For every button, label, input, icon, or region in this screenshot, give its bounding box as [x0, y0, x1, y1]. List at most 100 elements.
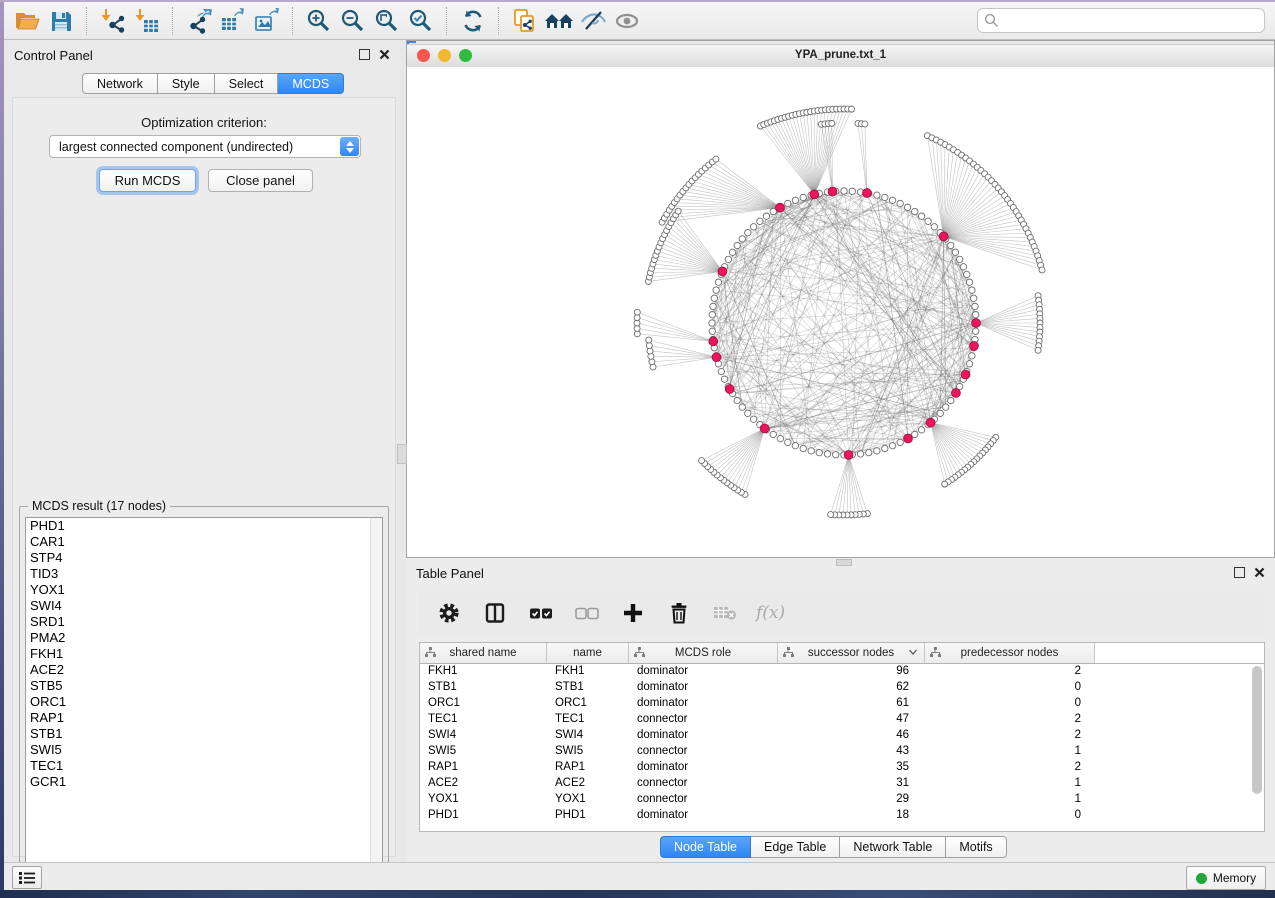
close-panel-icon[interactable]: [379, 49, 390, 60]
graph-node[interactable]: [866, 449, 872, 455]
table-row[interactable]: FKH1FKH1dominator962: [420, 664, 1264, 680]
save-session-icon[interactable]: [44, 5, 78, 37]
graph-mcds-node[interactable]: [863, 189, 872, 198]
graph-node[interactable]: [889, 197, 895, 203]
horizontal-splitter-handle[interactable]: [836, 559, 852, 566]
graph-node[interactable]: [948, 242, 954, 248]
graph-leaf-node[interactable]: [848, 106, 854, 112]
graph-node[interactable]: [824, 451, 830, 457]
delete-table-icon[interactable]: [710, 598, 740, 628]
table-row[interactable]: YOX1YOX1connector291: [420, 792, 1264, 808]
mcds-result-item[interactable]: PHD1: [26, 518, 382, 534]
tab-node-table[interactable]: Node Table: [660, 836, 751, 858]
table-row[interactable]: SWI4SWI4dominator462: [420, 728, 1264, 744]
mcds-result-item[interactable]: SWI5: [26, 742, 382, 758]
graph-node[interactable]: [841, 188, 847, 194]
graph-mcds-node[interactable]: [926, 418, 935, 427]
graph-node[interactable]: [734, 242, 740, 248]
graph-mcds-node[interactable]: [776, 203, 785, 212]
graph-node[interactable]: [857, 451, 863, 457]
column-header-mcds-role[interactable]: MCDS role: [629, 643, 778, 663]
deselect-all-icon[interactable]: [572, 598, 602, 628]
graph-leaf-node[interactable]: [713, 156, 719, 162]
graph-node[interactable]: [897, 439, 903, 445]
mcds-result-item[interactable]: SWI4: [26, 598, 382, 614]
graph-mcds-node[interactable]: [939, 232, 948, 241]
export-image-icon[interactable]: [250, 5, 284, 37]
mcds-result-item[interactable]: TID3: [26, 566, 382, 582]
graph-mcds-node[interactable]: [810, 190, 819, 199]
graph-node[interactable]: [849, 188, 855, 194]
graph-mcds-node[interactable]: [844, 451, 853, 460]
graph-node[interactable]: [770, 431, 776, 437]
graph-mcds-node[interactable]: [961, 370, 970, 379]
graph-node[interactable]: [882, 194, 888, 200]
export-table-icon[interactable]: [216, 5, 250, 37]
graph-node[interactable]: [973, 328, 979, 334]
column-header-name[interactable]: name: [547, 643, 629, 663]
import-network-icon[interactable]: [96, 5, 130, 37]
gear-icon[interactable]: [434, 598, 464, 628]
column-header-predecessor-nodes[interactable]: predecessor nodes: [925, 643, 1095, 663]
graph-node[interactable]: [966, 361, 972, 367]
task-history-button[interactable]: [12, 866, 42, 889]
mcds-result-item[interactable]: ACE2: [26, 662, 382, 678]
graph-node[interactable]: [745, 229, 751, 235]
graph-node[interactable]: [792, 443, 798, 449]
table-row[interactable]: ACE2ACE2connector311: [420, 776, 1264, 792]
graph-node[interactable]: [721, 376, 727, 382]
graph-mcds-node[interactable]: [760, 424, 769, 433]
mcds-result-item[interactable]: RAP1: [26, 710, 382, 726]
graph-node[interactable]: [800, 194, 806, 200]
graph-node[interactable]: [816, 449, 822, 455]
graph-node[interactable]: [931, 224, 937, 230]
graph-node[interactable]: [785, 200, 791, 206]
tab-network-table[interactable]: Network Table: [840, 836, 946, 858]
graph-node[interactable]: [757, 218, 763, 224]
graph-node[interactable]: [960, 264, 966, 270]
graph-mcds-node[interactable]: [718, 267, 727, 276]
tab-style[interactable]: Style: [158, 73, 215, 94]
function-builder-icon[interactable]: f(x): [756, 603, 785, 623]
graph-node[interactable]: [785, 439, 791, 445]
graph-node[interactable]: [725, 256, 731, 262]
memory-button[interactable]: Memory: [1186, 866, 1266, 890]
graph-node[interactable]: [925, 218, 931, 224]
graph-node[interactable]: [710, 303, 716, 309]
graph-leaf-node[interactable]: [699, 458, 705, 464]
tab-select[interactable]: Select: [215, 73, 279, 94]
zoom-out-icon[interactable]: [336, 5, 370, 37]
graph-node[interactable]: [918, 213, 924, 219]
first-neighbors-icon[interactable]: [542, 5, 576, 37]
zoom-selected-icon[interactable]: [404, 5, 438, 37]
graph-node[interactable]: [889, 443, 895, 449]
graph-node[interactable]: [718, 368, 724, 374]
zoom-in-icon[interactable]: [302, 5, 336, 37]
mcds-result-item[interactable]: STB5: [26, 678, 382, 694]
graph-node[interactable]: [745, 410, 751, 416]
list-scrollbar[interactable]: [370, 518, 382, 870]
close-table-panel-icon[interactable]: [1254, 567, 1265, 578]
graph-node[interactable]: [777, 435, 783, 441]
delete-icon[interactable]: [664, 598, 694, 628]
graph-leaf-node[interactable]: [634, 309, 640, 315]
graph-node[interactable]: [969, 353, 975, 359]
graph-node[interactable]: [973, 312, 979, 318]
graph-node[interactable]: [750, 224, 756, 230]
table-scrollbar[interactable]: [1252, 666, 1262, 794]
network-view-titlebar[interactable]: YPA_prune.txt_1: [407, 44, 1274, 68]
mcds-result-item[interactable]: TEC1: [26, 758, 382, 774]
graph-node[interactable]: [833, 452, 839, 458]
graph-leaf-node[interactable]: [1035, 347, 1041, 353]
graph-node[interactable]: [904, 204, 910, 210]
graph-mcds-node[interactable]: [970, 342, 979, 351]
graph-mcds-node[interactable]: [904, 434, 913, 443]
graph-node[interactable]: [763, 213, 769, 219]
vertical-splitter-handle[interactable]: [397, 444, 407, 464]
hide-selected-icon[interactable]: [576, 5, 610, 37]
graph-mcds-node[interactable]: [712, 353, 721, 362]
search-input[interactable]: [977, 8, 1265, 33]
mcds-result-item[interactable]: ORC1: [26, 694, 382, 710]
graph-node[interactable]: [943, 404, 949, 410]
tab-network[interactable]: Network: [82, 73, 158, 94]
